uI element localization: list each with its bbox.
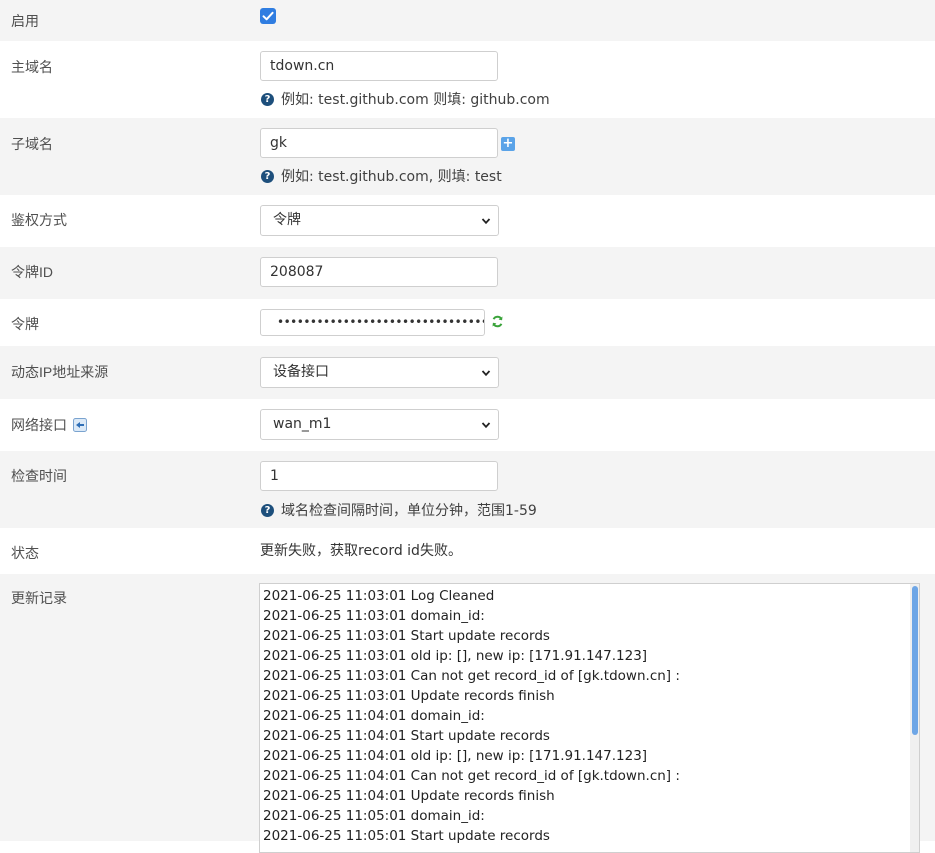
row-enable: 启用: [0, 0, 935, 41]
row-ip-source: 动态IP地址来源 设备接口: [0, 346, 935, 399]
sub-domain-hint-text: 例如: test.github.com, 则填: test: [281, 169, 502, 185]
log-line: 2021-06-25 11:03:01 Start update records: [263, 628, 550, 644]
add-subdomain-button[interactable]: +: [501, 137, 515, 151]
help-icon: ?: [261, 503, 274, 517]
log-line: 2021-06-25 11:04:01 domain_id:: [263, 708, 485, 724]
ip-source-select[interactable]: 设备接口: [260, 357, 499, 388]
main-domain-input[interactable]: tdown.cn: [260, 51, 498, 81]
plus-icon: +: [502, 136, 514, 151]
log-line: 2021-06-25 11:03:01 Update records finis…: [263, 688, 555, 704]
chevron-down-icon: [481, 422, 491, 429]
auth-method-label: 鉴权方式: [11, 212, 67, 228]
check-time-label: 检查时间: [11, 468, 67, 484]
sub-domain-label: 子域名: [11, 136, 53, 152]
status-label: 状态: [11, 545, 39, 561]
auth-method-select[interactable]: 令牌: [260, 205, 499, 236]
interface-label-text: 网络接口: [11, 417, 67, 433]
row-token: 令牌 ••••••••••••••••••••••••••••••••: [0, 299, 935, 346]
token-id-input[interactable]: 208087: [260, 257, 498, 287]
help-icon: ?: [261, 169, 274, 183]
log-label: 更新记录: [11, 590, 67, 606]
log-line: 2021-06-25 11:05:01 domain_id:: [263, 808, 485, 824]
log-line: 2021-06-25 11:03:01 Can not get record_i…: [263, 668, 680, 684]
auth-method-value: 令牌: [273, 212, 301, 228]
row-interface: 网络接口 wan_m1: [0, 399, 935, 451]
log-scrollbar-track[interactable]: [910, 584, 919, 852]
row-status: 状态 更新失败，获取record id失败。: [0, 528, 935, 574]
help-icon: ?: [261, 92, 274, 106]
row-sub-domain: 子域名 gk ? 例如: test.github.com, 则填: test: [0, 118, 935, 195]
refresh-icon[interactable]: [491, 315, 504, 328]
interface-label: 网络接口: [11, 415, 87, 435]
token-label: 令牌: [11, 316, 39, 332]
interface-value: wan_m1: [273, 416, 332, 432]
log-line: 2021-06-25 11:04:01 old ip: [], new ip: …: [263, 748, 648, 764]
log-line: 2021-06-25 11:03:01 domain_id:: [263, 608, 485, 624]
status-text: 更新失败，获取record id失败。: [260, 543, 462, 559]
token-password-input[interactable]: ••••••••••••••••••••••••••••••••: [260, 309, 485, 336]
log-scrollbar-thumb[interactable]: [912, 586, 918, 735]
sub-domain-input[interactable]: gk: [260, 128, 498, 158]
sub-domain-hint: ? 例如: test.github.com, 则填: test: [261, 166, 502, 186]
chevron-down-icon: [481, 218, 491, 225]
ip-source-label: 动态IP地址来源: [11, 364, 109, 380]
checkmark-icon: [262, 11, 274, 21]
log-line: 2021-06-25 11:03:01 old ip: [], new ip: …: [263, 648, 648, 664]
check-time-hint-text: 域名检查间隔时间，单位分钟，范围1-59: [281, 503, 537, 519]
log-line: 2021-06-25 11:05:01 Start update records: [263, 828, 550, 844]
row-check-time: 检查时间 1 ? 域名检查间隔时间，单位分钟，范围1-59: [0, 451, 935, 528]
chevron-down-icon: [481, 370, 491, 377]
check-time-input[interactable]: 1: [260, 461, 498, 491]
log-line: 2021-06-25 11:04:01 Can not get record_i…: [263, 768, 680, 784]
log-line: 2021-06-25 11:04:01 Start update records: [263, 728, 550, 744]
enable-checkbox[interactable]: [260, 8, 276, 24]
token-id-label: 令牌ID: [11, 264, 53, 280]
ip-source-value: 设备接口: [273, 364, 329, 380]
interface-select[interactable]: wan_m1: [260, 409, 499, 440]
main-domain-hint-text: 例如: test.github.com 则填: github.com: [281, 92, 550, 108]
check-time-hint: ? 域名检查间隔时间，单位分钟，范围1-59: [261, 500, 537, 520]
main-domain-hint: ? 例如: test.github.com 则填: github.com: [261, 89, 550, 109]
back-arrow-icon[interactable]: [72, 418, 87, 432]
enable-label: 启用: [11, 13, 39, 29]
row-token-id: 令牌ID 208087: [0, 247, 935, 299]
log-line: 2021-06-25 11:04:01 Update records finis…: [263, 788, 555, 804]
main-domain-label: 主域名: [11, 59, 53, 75]
log-line: 2021-06-25 11:03:01 Log Cleaned: [263, 588, 495, 604]
row-auth-method: 鉴权方式 令牌: [0, 195, 935, 247]
row-main-domain: 主域名 tdown.cn ? 例如: test.github.com 则填: g…: [0, 41, 935, 118]
log-textarea[interactable]: 2021-06-25 11:03:01 Log Cleaned 2021-06-…: [259, 583, 920, 853]
